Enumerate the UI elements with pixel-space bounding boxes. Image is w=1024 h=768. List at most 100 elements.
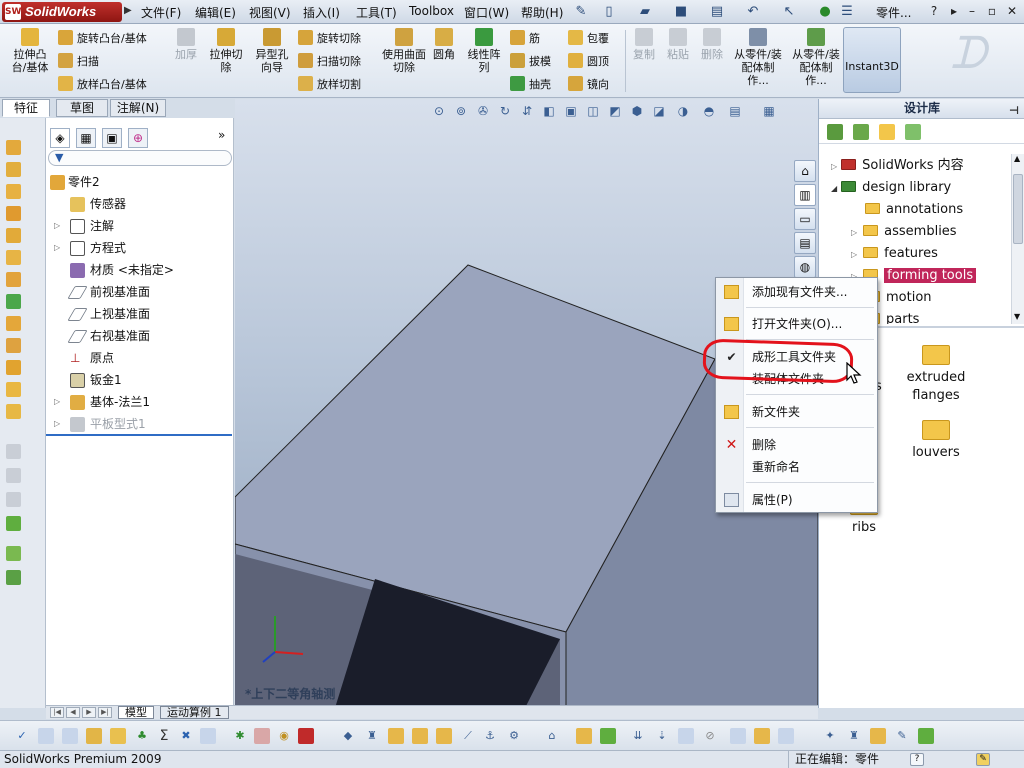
design-check-icon[interactable]: [254, 728, 270, 744]
linear-pattern-button[interactable]: 线性阵列: [464, 28, 504, 74]
property-manager-tab-icon[interactable]: ▦: [76, 128, 96, 148]
solidworks-resources-icon[interactable]: ⌂: [794, 160, 816, 182]
fillet-tool-icon[interactable]: [6, 272, 21, 287]
revolve-cut-button[interactable]: 旋转切除: [298, 30, 361, 46]
hole-tool-icon[interactable]: [6, 250, 21, 265]
menu-window[interactable]: 窗口(W): [464, 4, 509, 21]
first-tab-icon[interactable]: |◀: [50, 707, 64, 718]
shell-tool-icon[interactable]: [6, 360, 21, 375]
view-toolbar-pin-icon[interactable]: ▦: [761, 103, 777, 119]
tree-item-top-plane[interactable]: 上视基准面: [46, 304, 232, 324]
design-library-icon[interactable]: ▥: [794, 184, 816, 206]
tree-item-equations[interactable]: ▷ 方程式: [46, 238, 232, 258]
cut-tool-icon[interactable]: [6, 228, 21, 243]
menu-toolbox[interactable]: Toolbox: [409, 4, 454, 18]
refresh-icon[interactable]: [905, 124, 921, 140]
scroll-up-icon[interactable]: ▲: [1014, 154, 1020, 163]
view-orientation-icon[interactable]: ◧: [541, 103, 557, 119]
expand-arrow-icon[interactable]: ▷: [851, 228, 857, 237]
bottom-tool-19-icon[interactable]: ✦: [822, 728, 838, 744]
stop-icon[interactable]: [298, 728, 314, 744]
mirror-button[interactable]: 镜向: [568, 76, 609, 92]
expand-arrow-icon[interactable]: ▷: [54, 238, 62, 258]
disabled-tool-2-icon[interactable]: [6, 468, 21, 483]
collapse-arrow-icon[interactable]: ◢: [831, 184, 837, 193]
design-library-scrollbar[interactable]: ▲ ▼: [1011, 154, 1024, 324]
scroll-down-icon[interactable]: ▼: [1014, 312, 1020, 321]
sweep-button[interactable]: 扫描: [58, 53, 99, 69]
section-properties-icon[interactable]: [110, 728, 126, 744]
wrap-button[interactable]: 包覆: [568, 30, 609, 46]
loft-cut-button[interactable]: 放样切割: [298, 76, 361, 92]
tree-item-sensors[interactable]: 传感器: [46, 194, 232, 214]
instant-tool-icon[interactable]: [6, 516, 21, 531]
options-icon[interactable]: ☰: [838, 3, 856, 21]
tab-sketch[interactable]: 草图: [56, 99, 108, 117]
find-icon[interactable]: [38, 728, 54, 744]
simulation-icon[interactable]: ✱: [232, 728, 248, 744]
mass-properties-icon[interactable]: [86, 728, 102, 744]
expand-tabs-icon[interactable]: »: [218, 128, 225, 142]
zoom-fit-icon[interactable]: ⊙: [431, 103, 447, 119]
dimxpert-tab-icon[interactable]: ⊕: [128, 128, 148, 148]
bottom-tool-2-icon[interactable]: ♜: [364, 728, 380, 744]
check-geometry-icon[interactable]: ✖: [178, 728, 194, 744]
bottom-tool-5-icon[interactable]: [436, 728, 452, 744]
paste-button[interactable]: 粘贴: [664, 28, 692, 61]
menu-file[interactable]: 文件(F): [141, 4, 181, 21]
select-pointer-icon[interactable]: ↖: [780, 3, 798, 21]
dome-button[interactable]: 圆顶: [568, 53, 609, 69]
rebuild-status-icon[interactable]: ✎: [976, 753, 990, 766]
wrap-tool-icon[interactable]: [6, 382, 21, 397]
tree-item-front-plane[interactable]: 前视基准面: [46, 282, 232, 302]
menu-view[interactable]: 视图(V): [249, 4, 291, 21]
sweep-tool-icon[interactable]: [6, 184, 21, 199]
tab-features[interactable]: 特征: [2, 99, 50, 117]
rib-tool-icon[interactable]: [6, 316, 21, 331]
tree-item-material[interactable]: 材质 <未指定>: [46, 260, 232, 280]
apply-scene-icon[interactable]: ⬢: [629, 103, 645, 119]
help-icon[interactable]: ?: [910, 753, 924, 766]
menu-insert[interactable]: 插入(I): [303, 4, 340, 21]
menu-delete[interactable]: ✕ 删除: [716, 434, 877, 456]
menu-new-folder[interactable]: 新文件夹: [716, 401, 877, 423]
bottom-tool-20-icon[interactable]: ♜: [846, 728, 862, 744]
bottom-tool-21-icon[interactable]: [870, 728, 886, 744]
library-tile-louvers[interactable]: louvers: [891, 420, 981, 462]
tree-item-origin[interactable]: ⊥ 原点: [46, 348, 232, 368]
hide-show-icon[interactable]: ◫: [585, 103, 601, 119]
library-node-solidworks-content[interactable]: ▷ SolidWorks 内容: [831, 155, 964, 177]
menu-open-folder[interactable]: 打开文件夹(O)...: [716, 313, 877, 335]
copy-button[interactable]: 复制: [630, 28, 658, 61]
save-icon[interactable]: ■: [672, 3, 690, 21]
tree-item-base-flange[interactable]: ▷ 基体-法兰1: [46, 392, 232, 412]
tree-item-right-plane[interactable]: 右视基准面: [46, 326, 232, 346]
measure-icon[interactable]: [62, 728, 78, 744]
loft-button[interactable]: 放样凸台/基体: [58, 76, 147, 92]
feature-tree-tab-icon[interactable]: ◈: [50, 128, 70, 148]
edit-appearance-icon[interactable]: ◩: [607, 103, 623, 119]
open-icon[interactable]: ▰: [636, 3, 654, 21]
bottom-tool-1-icon[interactable]: ◆: [340, 728, 356, 744]
photoworks-icon[interactable]: ◓: [701, 103, 717, 119]
undo-icon[interactable]: ↶: [744, 3, 762, 21]
last-tab-icon[interactable]: ▶|: [98, 707, 112, 718]
solidworks-logo[interactable]: SW SolidWorks: [2, 2, 122, 22]
extrude-tool-icon[interactable]: [6, 140, 21, 155]
configuration-tab-icon[interactable]: ▣: [102, 128, 122, 148]
bottom-tool-9-icon[interactable]: ⌂: [544, 728, 560, 744]
pattern-tool-icon[interactable]: [6, 294, 21, 309]
view-settings-icon[interactable]: ◪: [651, 103, 667, 119]
file-explorer-icon[interactable]: ▭: [794, 208, 816, 230]
disabled-tool-1-icon[interactable]: [6, 444, 21, 459]
expand-arrow-icon[interactable]: ▷: [54, 216, 62, 236]
disabled-tool-3-icon[interactable]: [6, 492, 21, 507]
expand-arrow-icon[interactable]: ▷: [851, 250, 857, 259]
rib-button[interactable]: 筋: [510, 30, 540, 46]
previous-view-icon[interactable]: ✇: [475, 103, 491, 119]
section-view-icon[interactable]: ↻: [497, 103, 513, 119]
draft-tool-icon[interactable]: [6, 338, 21, 353]
bottom-tool-14-icon[interactable]: [678, 728, 694, 744]
menu-rename[interactable]: 重新命名: [716, 456, 877, 478]
restore-button[interactable]: ▫: [984, 3, 1000, 19]
